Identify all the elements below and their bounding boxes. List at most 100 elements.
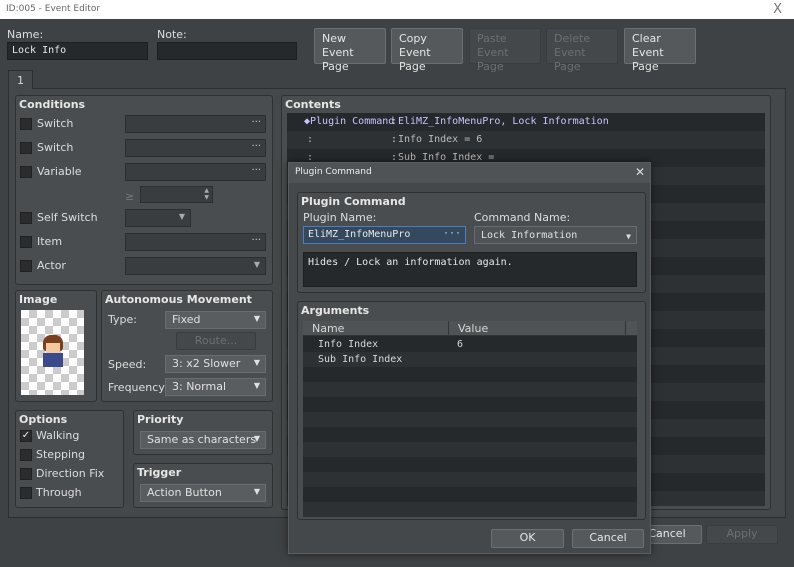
new-event-page-button[interactable]: New Event Page — [314, 28, 386, 73]
condition-checkbox[interactable] — [20, 166, 32, 178]
clear-event-page-button[interactable]: Clear Event Page — [624, 28, 696, 73]
btn-line1: Delete — [554, 32, 591, 45]
argument-row[interactable] — [303, 397, 637, 412]
more-dots-icon[interactable]: ··· — [251, 235, 261, 246]
plugin-name-label: Plugin Name: — [303, 211, 377, 224]
actor-select[interactable]: ▼ — [125, 257, 266, 275]
column-value-header[interactable]: Value — [448, 321, 497, 336]
btn-line2: Event Page — [554, 46, 586, 73]
command-row[interactable]: ◆Plugin Command: EliMZ_InfoMenuPro, Lock … — [287, 113, 765, 131]
note-input[interactable] — [157, 42, 297, 60]
argument-row[interactable] — [303, 367, 637, 382]
window-title: ID:005 - Event Editor — [6, 4, 101, 14]
argument-row[interactable] — [303, 382, 637, 397]
condition-field[interactable]: ··· — [125, 115, 266, 133]
option-label: Direction Fix — [36, 467, 105, 480]
arguments-table[interactable]: Name Value Info Index 6 Sub Info Index — [303, 321, 637, 517]
option-checkbox[interactable] — [20, 449, 32, 461]
image-title: Image — [19, 293, 58, 306]
self-switch-select[interactable]: ▼ — [125, 209, 191, 227]
argument-row[interactable] — [303, 412, 637, 427]
name-input[interactable]: Lock Info — [7, 42, 148, 60]
condition-label: Switch — [37, 141, 74, 154]
argument-value: 6 — [457, 339, 464, 350]
argument-row[interactable]: Sub Info Index — [303, 352, 637, 367]
priority-value: Same as characters — [147, 433, 257, 446]
more-dots-icon[interactable]: ··· — [251, 141, 261, 152]
btn-line2: Event Page — [477, 46, 509, 73]
condition-checkbox[interactable] — [20, 142, 32, 154]
frequency-value: 3: Normal — [172, 380, 227, 393]
event-image[interactable] — [21, 310, 84, 395]
condition-field[interactable]: ··· — [125, 139, 266, 157]
condition-label: Item — [37, 235, 63, 248]
arguments-header: Name Value — [303, 321, 637, 336]
btn-line1: Copy — [399, 32, 427, 45]
character-face-icon — [46, 343, 60, 353]
option-checkbox[interactable] — [20, 468, 32, 480]
paste-event-page-button[interactable]: Paste Event Page — [469, 28, 541, 73]
btn-line1: New — [322, 32, 346, 45]
argument-row[interactable] — [303, 472, 637, 487]
plugin-name-input[interactable]: EliMZ_InfoMenuPro ··· — [303, 226, 466, 244]
command-name-select[interactable]: Lock Information ▼ — [474, 226, 637, 244]
condition-checkbox[interactable] — [20, 212, 32, 224]
argument-row[interactable] — [303, 427, 637, 442]
chevron-down-icon: ▼ — [626, 232, 631, 241]
trigger-title: Trigger — [137, 466, 182, 479]
dialog-cancel-button[interactable]: Cancel — [572, 529, 644, 548]
argument-name: Info Index — [318, 339, 379, 350]
plugin-command-dialog: Plugin Command ✕ Plugin Command Plugin N… — [288, 162, 651, 554]
condition-checkbox[interactable] — [20, 118, 32, 130]
option-checkbox[interactable]: ✓ — [20, 430, 32, 442]
delete-event-page-button[interactable]: Delete Event Page — [546, 28, 618, 73]
command-head: : — [307, 134, 314, 145]
more-dots-icon[interactable]: ··· — [251, 165, 261, 176]
argument-row[interactable] — [303, 502, 637, 517]
tab-page-1[interactable]: 1 — [8, 70, 33, 89]
condition-checkbox[interactable] — [20, 260, 32, 272]
variable-operator: ≥ — [125, 190, 135, 203]
note-label: Note: — [157, 28, 187, 41]
argument-row[interactable] — [303, 487, 637, 502]
trigger-select[interactable]: Action Button ▼ — [140, 484, 266, 502]
condition-label: Switch — [37, 117, 74, 130]
close-window-button[interactable]: X — [773, 2, 782, 17]
frequency-select[interactable]: 3: Normal ▼ — [165, 378, 266, 396]
more-dots-icon[interactable]: ··· — [251, 117, 261, 128]
argument-row[interactable] — [303, 457, 637, 472]
chevron-down-icon: ▼ — [253, 314, 260, 323]
type-select[interactable]: Fixed ▼ — [165, 311, 266, 329]
dialog-close-button[interactable]: ✕ — [635, 165, 645, 179]
frequency-label: Frequency: — [108, 381, 168, 394]
option-label: Walking — [36, 429, 80, 442]
priority-title: Priority — [137, 413, 184, 426]
command-separator: : — [391, 116, 398, 127]
condition-field[interactable]: ··· — [125, 163, 266, 181]
condition-label: Self Switch — [37, 211, 98, 224]
copy-event-page-button[interactable]: Copy Event Page — [391, 28, 463, 73]
condition-field[interactable]: ··· — [125, 233, 266, 251]
condition-checkbox[interactable] — [20, 236, 32, 248]
command-separator: : — [391, 134, 398, 145]
argument-name: Sub Info Index — [318, 354, 403, 365]
argument-row[interactable] — [303, 442, 637, 457]
title-bar: ID:005 - Event Editor — [0, 0, 794, 19]
column-name-header[interactable]: Name — [312, 322, 344, 335]
variable-value-spinner[interactable]: ▲ ▼ — [140, 186, 213, 203]
name-label: Name: — [7, 28, 44, 41]
speed-select[interactable]: 3: x2 Slower ▼ — [165, 355, 266, 373]
option-label: Stepping — [36, 448, 86, 461]
apply-button[interactable]: Apply — [706, 525, 778, 544]
ok-button[interactable]: OK — [491, 529, 564, 548]
character-body-icon — [43, 353, 63, 367]
route-button[interactable]: Route... — [176, 332, 256, 350]
argument-row[interactable]: Info Index 6 — [303, 337, 637, 352]
command-row[interactable]: :: Info Index = 6 — [287, 131, 765, 149]
priority-select[interactable]: Same as characters ▼ — [140, 431, 266, 449]
option-checkbox[interactable] — [20, 487, 32, 499]
condition-label: Actor — [37, 259, 66, 272]
chevron-down-icon: ▼ — [178, 212, 185, 221]
chevron-down-icon: ▼ — [253, 487, 260, 496]
more-dots-icon[interactable]: ··· — [443, 228, 461, 239]
